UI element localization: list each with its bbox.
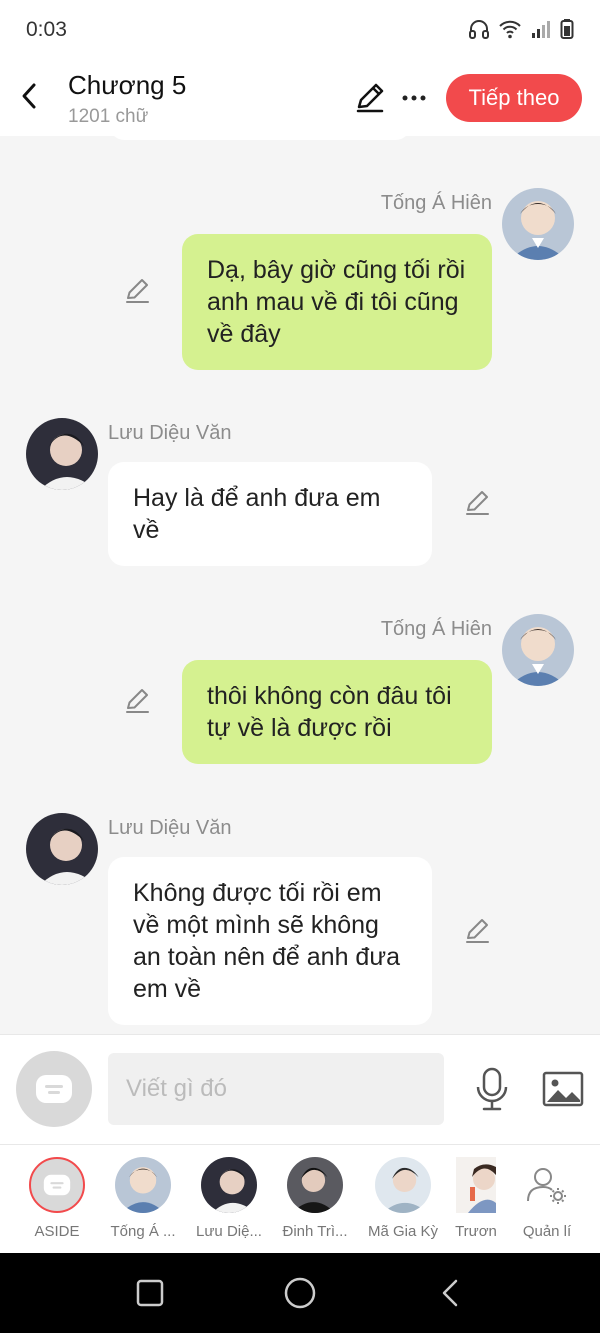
character-label: Đinh Trì... — [282, 1223, 348, 1240]
chevron-left-icon — [22, 83, 36, 109]
pencil-icon — [356, 83, 384, 113]
character-item[interactable]: Mã Gia Kỳ — [362, 1157, 444, 1240]
manage-characters-button[interactable]: Quản lí — [506, 1157, 588, 1240]
avatar-image — [287, 1157, 343, 1213]
character-item[interactable]: Lưu Diệ... — [188, 1157, 270, 1240]
speaker-name: Tống Á Hiên — [380, 192, 492, 214]
aside-chat-icon — [36, 1075, 72, 1103]
speaker-name: Lưu Diệu Văn — [108, 422, 232, 444]
status-time: 0:03 — [26, 18, 67, 41]
microphone-icon — [476, 1067, 508, 1111]
headphones-icon — [469, 20, 489, 39]
edit-message-button[interactable] — [462, 488, 492, 518]
character-label: Mã Gia Kỳ — [367, 1223, 439, 1240]
character-label: Lưu Diệ... — [196, 1223, 262, 1240]
message-input[interactable]: Viết gì đó — [108, 1053, 444, 1125]
edit-chapter-button[interactable] — [352, 80, 388, 116]
character-label: Quản lí — [522, 1223, 572, 1240]
more-dots-icon — [402, 95, 426, 101]
square-icon — [136, 1279, 164, 1307]
wifi-icon — [499, 20, 521, 39]
pencil-icon — [126, 689, 149, 713]
speaker-name: Tống Á Hiên — [380, 618, 492, 640]
character-aside[interactable]: ASIDE — [16, 1157, 98, 1240]
message-bubble[interactable]: thôi không còn đâu tôi tự về là được rồi — [182, 660, 492, 764]
word-count: 1201 chữ — [68, 106, 149, 127]
next-chapter-button[interactable]: Tiếp theo — [446, 74, 582, 122]
avatar[interactable] — [502, 614, 574, 686]
character-item[interactable]: Tống Á ... — [102, 1157, 184, 1240]
avatar — [287, 1157, 343, 1213]
aside-avatar — [29, 1157, 85, 1213]
avatar[interactable] — [26, 813, 98, 885]
system-nav-bar — [0, 1253, 600, 1333]
status-bar: 0:03 — [0, 0, 600, 60]
chapter-header: Chương 5 1201 chữ Tiếp theo — [0, 60, 600, 136]
avatar-image — [26, 418, 98, 490]
speaker-name: Lưu Diệu Văn — [108, 817, 232, 839]
aside-toggle-button[interactable] — [16, 1051, 92, 1127]
avatar-image — [375, 1157, 431, 1213]
message-bubble[interactable]: Dạ, bây giờ cũng tối rồi anh mau về đi t… — [182, 234, 492, 370]
avatar-image — [502, 614, 574, 686]
pencil-icon — [126, 279, 149, 303]
character-label: Trươn — [455, 1223, 497, 1240]
manage-avatar — [519, 1157, 575, 1213]
image-button[interactable] — [542, 1069, 584, 1109]
avatar[interactable] — [26, 418, 98, 490]
back-button[interactable] — [12, 76, 46, 116]
battery-icon — [560, 19, 574, 39]
image-icon — [542, 1071, 584, 1107]
avatar-image — [115, 1157, 171, 1213]
edit-message-button[interactable] — [122, 686, 152, 716]
signal-icon — [532, 21, 550, 38]
home-button[interactable] — [280, 1273, 320, 1313]
edit-message-button[interactable] — [122, 276, 152, 306]
chapter-title: Chương 5 — [68, 70, 187, 100]
avatar — [456, 1157, 496, 1213]
avatar — [375, 1157, 431, 1213]
avatar — [201, 1157, 257, 1213]
aside-chat-icon — [43, 1174, 71, 1196]
user-settings-icon — [527, 1168, 566, 1204]
message-bubble[interactable]: Không được tối rồi em về một mình sẽ khô… — [108, 857, 432, 1025]
message-bubble[interactable]: Hay là để anh đưa em về — [108, 462, 432, 566]
edit-message-button[interactable] — [462, 916, 492, 946]
composer: Viết gì đó — [0, 1034, 600, 1144]
avatar — [115, 1157, 171, 1213]
avatar[interactable] — [502, 188, 574, 260]
avatar-image — [26, 813, 98, 885]
avatar-image — [502, 188, 574, 260]
circle-icon — [284, 1277, 316, 1309]
previous-bubble-edge — [110, 136, 410, 140]
system-back-button[interactable] — [430, 1273, 470, 1313]
character-label: Tống Á ... — [110, 1223, 176, 1240]
microphone-button[interactable] — [472, 1065, 512, 1115]
avatar-image — [201, 1157, 257, 1213]
character-bar: ASIDE Tống Á ... Lưu Diệ... Đinh Trì... … — [0, 1144, 600, 1253]
character-label: ASIDE — [34, 1223, 80, 1240]
character-item[interactable]: Trươn — [448, 1157, 504, 1240]
triangle-back-icon — [442, 1279, 458, 1307]
pencil-icon — [466, 491, 489, 515]
avatar-image — [456, 1157, 496, 1213]
status-icons — [468, 18, 574, 40]
pencil-icon — [466, 919, 489, 943]
more-options-button[interactable] — [398, 80, 430, 116]
chat-area[interactable]: Tống Á Hiên Dạ, bây giờ cũng tối rồi anh… — [0, 136, 600, 1034]
recents-button[interactable] — [130, 1273, 170, 1313]
character-item[interactable]: Đinh Trì... — [274, 1157, 356, 1240]
